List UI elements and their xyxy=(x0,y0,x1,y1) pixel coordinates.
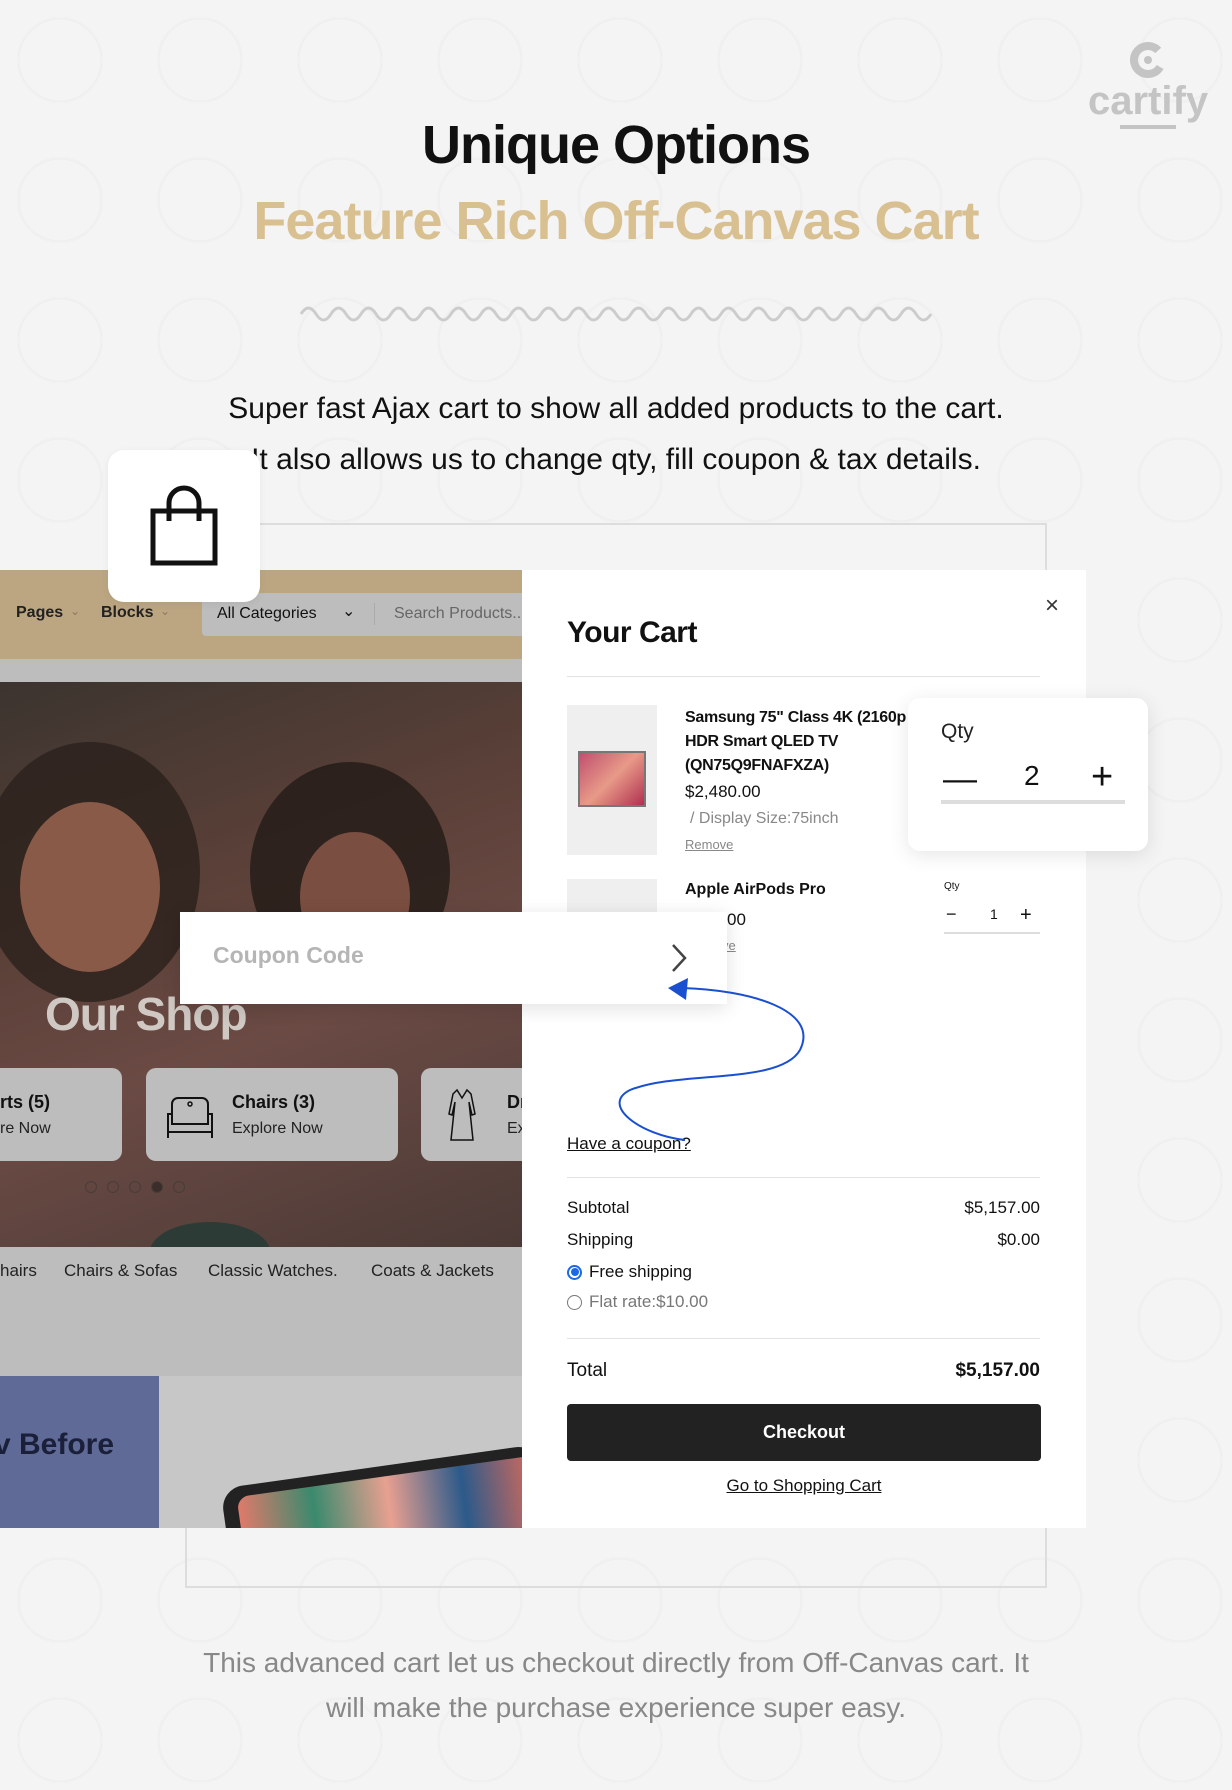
carousel-dot-active[interactable] xyxy=(151,1181,163,1193)
qty-value[interactable]: 1 xyxy=(990,906,998,922)
shopping-bag-icon xyxy=(150,485,218,566)
armchair-icon xyxy=(167,1097,213,1138)
shipping-option-label: Flat rate:$10.00 xyxy=(589,1292,709,1311)
total-value: $5,157.00 xyxy=(955,1360,1040,1381)
qty-value[interactable]: 2 xyxy=(1024,760,1040,792)
qty-stepper: − 1 + xyxy=(944,902,1040,934)
subtotal-label: Subtotal xyxy=(567,1198,630,1217)
nav-blocks[interactable]: Blocks xyxy=(101,604,153,622)
footer-line-1: This advanced cart let us checkout direc… xyxy=(203,1647,1029,1678)
curved-arrow-icon xyxy=(618,978,805,1141)
intro-line-1: Super fast Ajax cart to show all added p… xyxy=(228,392,1004,425)
product-price: $2,480.00 xyxy=(685,782,761,801)
go-to-cart-link[interactable]: Go to Shopping Cart xyxy=(522,1476,1086,1496)
qty-label: Qty xyxy=(944,881,960,892)
category-card-title: Dr xyxy=(507,1092,522,1112)
page-subtitle: Feature Rich Off-Canvas Cart xyxy=(253,191,979,251)
shipping-value: $0.00 xyxy=(997,1230,1040,1249)
shipping-label: Shipping xyxy=(567,1230,634,1249)
category-link[interactable]: hairs xyxy=(0,1261,37,1281)
chevron-down-icon: ⌄ xyxy=(342,603,356,620)
product-name[interactable]: Apple AirPods Pro xyxy=(685,881,826,899)
category-card-cta: re Now xyxy=(0,1120,51,1137)
product-price: 00 xyxy=(727,910,746,929)
category-link[interactable]: Coats & Jackets xyxy=(371,1261,494,1281)
cart-title: Your Cart xyxy=(567,616,697,649)
category-card[interactable]: Dr Ex xyxy=(421,1068,522,1161)
product-name[interactable]: Samsung 75" Class 4K (2160p HDR Smart QLE… xyxy=(685,706,906,778)
category-link[interactable]: Chairs & Sofas xyxy=(64,1261,177,1281)
product-variant: / Display Size:75inch xyxy=(690,810,839,827)
category-select[interactable]: All Categories xyxy=(217,605,317,623)
logo-c-icon xyxy=(1130,42,1167,78)
category-links-bar: hairs Chairs & Sofas Classic Watches. Co… xyxy=(0,1247,522,1376)
page-title: Unique Options xyxy=(422,115,811,175)
dress-icon xyxy=(448,1088,476,1141)
checkout-button[interactable]: Checkout xyxy=(567,1404,1041,1461)
promo-banner: v Before xyxy=(0,1376,522,1528)
category-card-cta: Ex xyxy=(507,1120,522,1137)
plus-icon[interactable]: + xyxy=(1091,756,1113,799)
shopping-bag-card xyxy=(108,450,260,602)
coupon-placeholder: Coupon Code xyxy=(213,942,364,968)
shipping-option-label: Free shipping xyxy=(589,1262,693,1281)
subtotal-value: $5,157.00 xyxy=(964,1198,1040,1217)
search-input[interactable]: Search Products.. xyxy=(394,605,521,623)
category-card-title: Chairs (3) xyxy=(232,1092,316,1112)
category-card[interactable]: rts (5) re Now xyxy=(0,1068,122,1161)
wave-divider xyxy=(299,306,933,322)
radio-selected[interactable] xyxy=(567,1264,582,1280)
close-icon[interactable]: × xyxy=(1045,592,1059,620)
category-link[interactable]: Classic Watches. xyxy=(208,1261,338,1281)
plus-icon[interactable]: + xyxy=(1020,904,1032,927)
footer-line-2: will make the purchase experience super … xyxy=(325,1692,906,1723)
category-card-chairs[interactable]: Chairs (3) Explore Now xyxy=(146,1068,398,1161)
carousel-dot[interactable] xyxy=(107,1181,119,1193)
qty-stepper-zoom: Qty — 2 + xyxy=(908,698,1148,851)
total-label: Total xyxy=(567,1360,608,1381)
carousel-dot[interactable] xyxy=(129,1181,141,1193)
product-image-tv[interactable] xyxy=(567,705,657,855)
minus-icon[interactable]: − xyxy=(946,904,957,925)
shipping-option-flat[interactable]: Flat rate:$10.00 xyxy=(567,1292,708,1312)
qty-stepper: — 2 + xyxy=(941,756,1125,804)
category-card-cta: Explore Now xyxy=(232,1120,323,1137)
chevron-down-icon: ⌄ xyxy=(160,604,171,618)
chevron-down-icon: ⌄ xyxy=(70,604,81,618)
radio-unselected[interactable] xyxy=(567,1294,582,1310)
shop-nav-bar: Pages ⌄ Blocks ⌄ All Categories ⌄ Search… xyxy=(0,570,522,659)
remove-link[interactable]: Remove xyxy=(685,837,733,852)
banner-title: v Before xyxy=(0,1428,115,1461)
qty-label: Qty xyxy=(941,720,974,743)
shipping-option-free[interactable]: Free shipping xyxy=(567,1262,692,1282)
carousel-dot[interactable] xyxy=(85,1181,97,1193)
minus-icon[interactable]: — xyxy=(943,760,977,799)
carousel-dot[interactable] xyxy=(173,1181,185,1193)
shop-preview: Pages ⌄ Blocks ⌄ All Categories ⌄ Search… xyxy=(0,570,522,1528)
category-card-title: rts (5) xyxy=(0,1092,51,1112)
nav-pages[interactable]: Pages xyxy=(16,604,63,622)
